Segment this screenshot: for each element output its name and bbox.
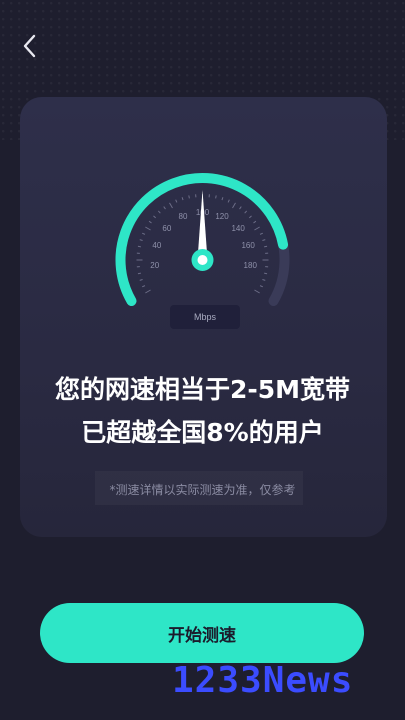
gauge-tick	[264, 245, 268, 248]
gauge-tick	[259, 232, 263, 235]
gauge-tick	[264, 272, 268, 275]
gauge-tick	[153, 215, 157, 219]
gauge-tick-label: 160	[241, 241, 255, 250]
gauge-tick	[188, 195, 190, 199]
gauge-hub-center	[197, 255, 208, 265]
gauge-tick-label: 20	[150, 261, 159, 270]
gauge-tick	[157, 210, 161, 214]
gauge-tick	[248, 215, 252, 219]
gauge-tick-label: 40	[152, 241, 161, 250]
result-line-2: 已超越全国8%的用户	[81, 418, 324, 447]
gauge-tick	[139, 278, 143, 281]
gauge-tick	[148, 220, 152, 224]
gauge-tick	[139, 239, 143, 242]
gauge-tick	[239, 206, 242, 210]
result-line-1: 您的网速相当于2-5M宽带	[54, 375, 351, 404]
gauge-tick	[262, 278, 266, 281]
gauge-tick	[137, 245, 141, 248]
start-test-button[interactable]: 开始测速	[40, 603, 364, 663]
gauge-tick	[181, 197, 184, 201]
gauge-tick	[259, 285, 263, 288]
gauge-tick	[227, 199, 230, 203]
gauge-tick	[163, 206, 166, 210]
gauge-tick	[262, 239, 266, 242]
gauge-tick	[169, 202, 173, 209]
gauge-tick	[254, 226, 260, 231]
gauge-tick	[221, 197, 224, 201]
gauge-tick-label: 120	[215, 212, 229, 221]
gauge-tick	[142, 232, 146, 235]
back-chevron-icon[interactable]	[18, 32, 42, 60]
gauge-tick-label: 180	[244, 261, 258, 270]
gauge-tick	[253, 220, 257, 224]
gauge-tick-label: 80	[179, 212, 188, 221]
gauge-tick	[254, 289, 260, 294]
gauge-tick	[175, 199, 178, 203]
gauge-tick	[137, 272, 141, 275]
gauge-tick	[215, 195, 217, 199]
gauge-tick-label: 140	[231, 224, 245, 233]
gauge-tick	[145, 226, 151, 231]
gauge-tick-label: 60	[162, 224, 171, 233]
gauge-tick	[232, 202, 236, 209]
gauge-tick	[142, 285, 146, 288]
disclaimer-note: *测速详情以实际测速为准，仅参考	[109, 483, 296, 497]
gauge-unit-label: Mbps	[170, 305, 240, 329]
watermark-logo: 1233News	[172, 660, 354, 701]
gauge-tick	[145, 289, 151, 294]
gauge-tick	[244, 210, 248, 214]
